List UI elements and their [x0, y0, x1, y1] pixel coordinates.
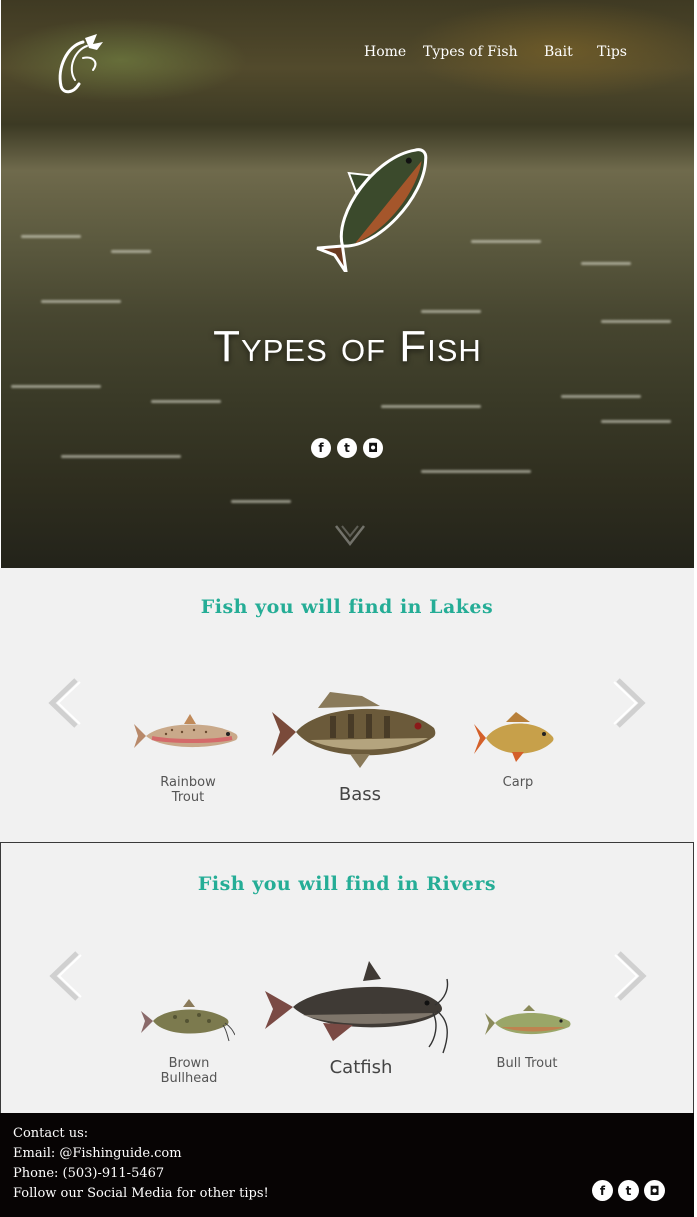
instagram-icon[interactable]: ◘	[644, 1180, 665, 1201]
lakes-prev-arrow-icon[interactable]	[46, 678, 82, 728]
rivers-next-arrow-icon[interactable]	[613, 951, 649, 1001]
instagram-icon[interactable]: ◘	[363, 438, 383, 458]
hook-logo-icon[interactable]	[53, 28, 109, 98]
rivers-section-title: Fish you will find in Rivers	[197, 873, 497, 895]
rainbow-trout-image[interactable]	[132, 708, 242, 758]
contact-heading: Contact us:	[13, 1126, 89, 1141]
contact-email[interactable]: Email: @Fishinguide.com	[13, 1146, 182, 1161]
jumping-salmon-image	[316, 148, 428, 272]
rainbow-trout-label: Rainbow Trout	[160, 775, 216, 805]
contact-phone[interactable]: Phone: (503)-911-5467	[13, 1166, 164, 1181]
catfish-image[interactable]	[263, 959, 453, 1055]
carp-image[interactable]	[472, 710, 556, 764]
carp-label: Carp	[502, 775, 534, 790]
nav-tips-link[interactable]: Tips	[597, 44, 627, 60]
nav-home-link[interactable]: Home	[364, 44, 406, 60]
twitter-icon[interactable]: t	[618, 1180, 639, 1201]
bass-image[interactable]	[270, 688, 438, 778]
nav-bait-link[interactable]: Bait	[544, 44, 573, 60]
hero-social-links: f t ◘	[311, 438, 383, 458]
facebook-icon[interactable]: f	[311, 438, 331, 458]
lakes-section-title: Fish you will find in Lakes	[200, 596, 494, 618]
site-footer: Contact us: Email: @Fishinguide.com Phon…	[0, 1113, 694, 1217]
lakes-next-arrow-icon[interactable]	[612, 678, 648, 728]
nav-types-of-fish-link[interactable]: Types of Fish	[423, 44, 518, 60]
catfish-label: Catfish	[329, 1057, 393, 1078]
footer-social-links: f t ◘	[592, 1180, 665, 1201]
rivers-section: Fish you will find in Rivers Brown Bullh…	[0, 842, 694, 1114]
brown-bullhead-label: Brown Bullhead	[160, 1056, 218, 1086]
bass-label: Bass	[338, 784, 382, 805]
hero-banner: Home Types of Fish Bait Tips Types of Fi…	[1, 0, 694, 568]
bull-trout-label: Bull Trout	[496, 1056, 558, 1071]
page-title: Types of Fish	[213, 322, 482, 371]
rivers-prev-arrow-icon[interactable]	[47, 951, 83, 1001]
scroll-down-chevron-icon[interactable]	[334, 522, 366, 548]
brown-bullhead-image[interactable]	[139, 997, 235, 1043]
bull-trout-image[interactable]	[483, 1003, 573, 1043]
lakes-section: Fish you will find in Lakes Rainbow Trou…	[0, 568, 694, 842]
facebook-icon[interactable]: f	[592, 1180, 613, 1201]
twitter-icon[interactable]: t	[337, 438, 357, 458]
social-follow-text: Follow our Social Media for other tips!	[13, 1186, 269, 1201]
